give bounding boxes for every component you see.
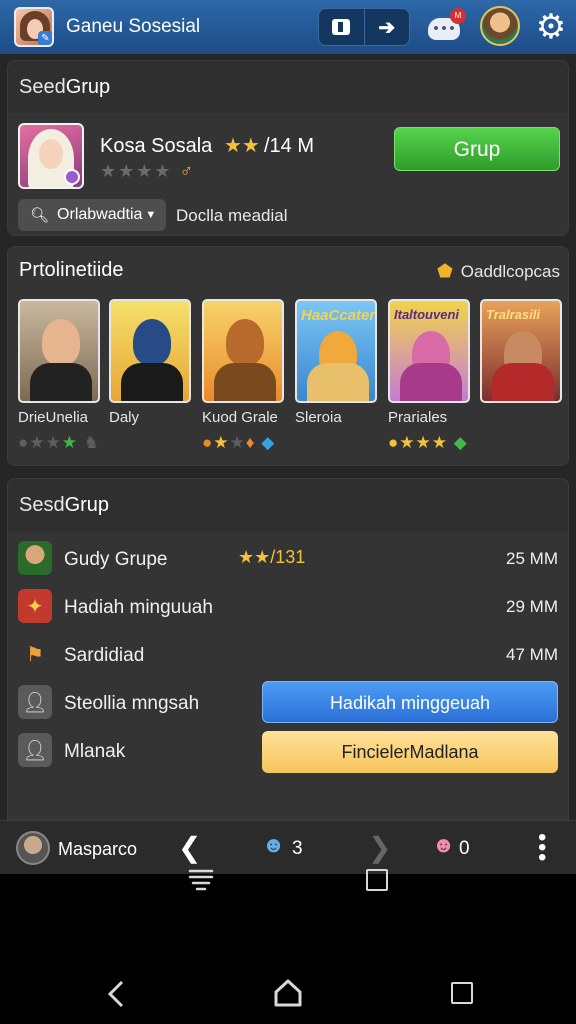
section-heading: Sesd Grup [8,479,568,531]
group-avatar[interactable] [18,123,84,189]
join-group-button[interactable]: Grup [394,127,560,171]
chat-notification-badge: M [450,8,466,24]
section-title: Prtolinetiide [19,259,124,281]
featured-tile[interactable] [202,299,284,403]
back-icon[interactable] [106,980,128,1013]
tile-rating: ●★★★ ◆ [388,433,468,452]
view-toggle[interactable]: ➔ [318,8,410,46]
tile-label: Kuod Grale [202,409,278,426]
member-count: /14 M [264,135,315,157]
person-pink-icon: ☻ [432,832,456,857]
featured-tile[interactable] [109,299,191,403]
edit-badge-icon: ✎ [38,31,52,45]
overview-square-icon[interactable] [451,982,473,1004]
tile-label: Prariales [388,409,448,426]
trophy-icon: ⚑ [26,643,44,666]
user-avatar[interactable] [480,6,520,46]
lightbulb-icon: ⬟ [437,261,453,281]
featured-tile[interactable] [18,299,100,403]
user-avatar[interactable] [16,831,50,865]
star-rating-icon: ★★ [224,135,260,157]
toggle-box-icon[interactable] [319,9,365,45]
gear-icon[interactable]: ⚙ [532,8,570,46]
finalize-button[interactable]: FincielerMadlana [262,731,558,773]
top-app-bar: ✎ Ganeu Sosesial ➔ M ⚙ [0,0,576,54]
list-item[interactable]: ⚑ Sardidiad 47 MM [18,631,560,679]
tile-rating: ●★★★ ♞ [18,433,100,452]
tile-label: DrieUnelia [18,409,89,426]
person-icon: 👤︎ [18,685,52,719]
tile-rating: ●★★♦ ◆ [202,433,276,452]
group-avatar-icon [18,541,52,575]
rating-row: ★★★★ ♂ [100,161,196,181]
featured-tile[interactable]: Tralrasili [480,299,562,403]
count-right: 0 [459,838,470,859]
count-left: 3 [292,838,303,859]
app-title: Ganeu Sosesial [66,16,201,37]
arrow-right-icon[interactable]: ➔ [365,9,410,45]
user-name: Masparco [58,839,138,859]
list-item[interactable]: 👤︎ Steollia mngsah Hadikah minggeuah [18,679,560,727]
chat-icon[interactable]: M [426,8,466,42]
featured-card: Prtolinetiide ⬟ Oaddlcopcas HaaCcater It… [7,246,569,466]
more-vertical-icon[interactable]: • • • [538,826,546,870]
media-link[interactable]: Doclla meadial [176,206,288,226]
main-content: Seed Grup Kosa Sosala ★★ /14 M ★★★★ ♂ Gr… [0,54,576,874]
featured-tile[interactable]: Italtouveni [388,299,470,403]
menu-lines-icon[interactable] [188,866,214,892]
chevron-down-icon: ▼ [145,209,157,221]
section-heading: Seed Grup [8,61,568,113]
options-link[interactable]: ⬟ Oaddlcopcas [437,261,560,282]
tile-label: Daly [109,409,140,426]
person-blue-icon: ☻ [262,832,286,857]
weekly-reward-button[interactable]: Hadikah minggeuah [262,681,558,723]
group-card: Seed Grup Kosa Sosala ★★ /14 M ★★★★ ♂ Gr… [7,60,569,236]
group-list-card: Sesd Grup Gudy Grupe ★★/131 25 MM ✦ Hadi… [7,478,569,820]
star-rating: ★★/131 [238,547,306,567]
profile-avatar[interactable]: ✎ [14,7,54,47]
person-icon: 👤︎ [18,733,52,767]
tile-label: Sleroia [295,409,342,426]
search-icon: 🔍︎ [30,207,50,224]
filter-dropdown[interactable]: 🔍︎ Orlabwadtia ▼ [18,199,166,231]
bottom-bar: Masparco ❮ ☻ 3 ❯ ☻ 0 • • • [0,820,576,874]
gift-icon: ✦ [18,589,52,623]
featured-tile[interactable]: HaaCcater [295,299,377,403]
chevron-left-icon[interactable]: ❮ [178,831,201,864]
recents-square-icon[interactable] [366,869,388,891]
home-icon[interactable] [273,978,303,1013]
chevron-right-icon[interactable]: ❯ [368,831,391,864]
list-item[interactable]: ✦ Hadiah minguuah 29 MM [18,583,560,631]
list-item[interactable]: Gudy Grupe ★★/131 25 MM [18,535,560,583]
group-name: Kosa Sosala [100,135,213,157]
list-item[interactable]: 👤︎ Mlanak FincielerMadlana [18,727,560,775]
gender-icon: ♂ [179,161,196,181]
